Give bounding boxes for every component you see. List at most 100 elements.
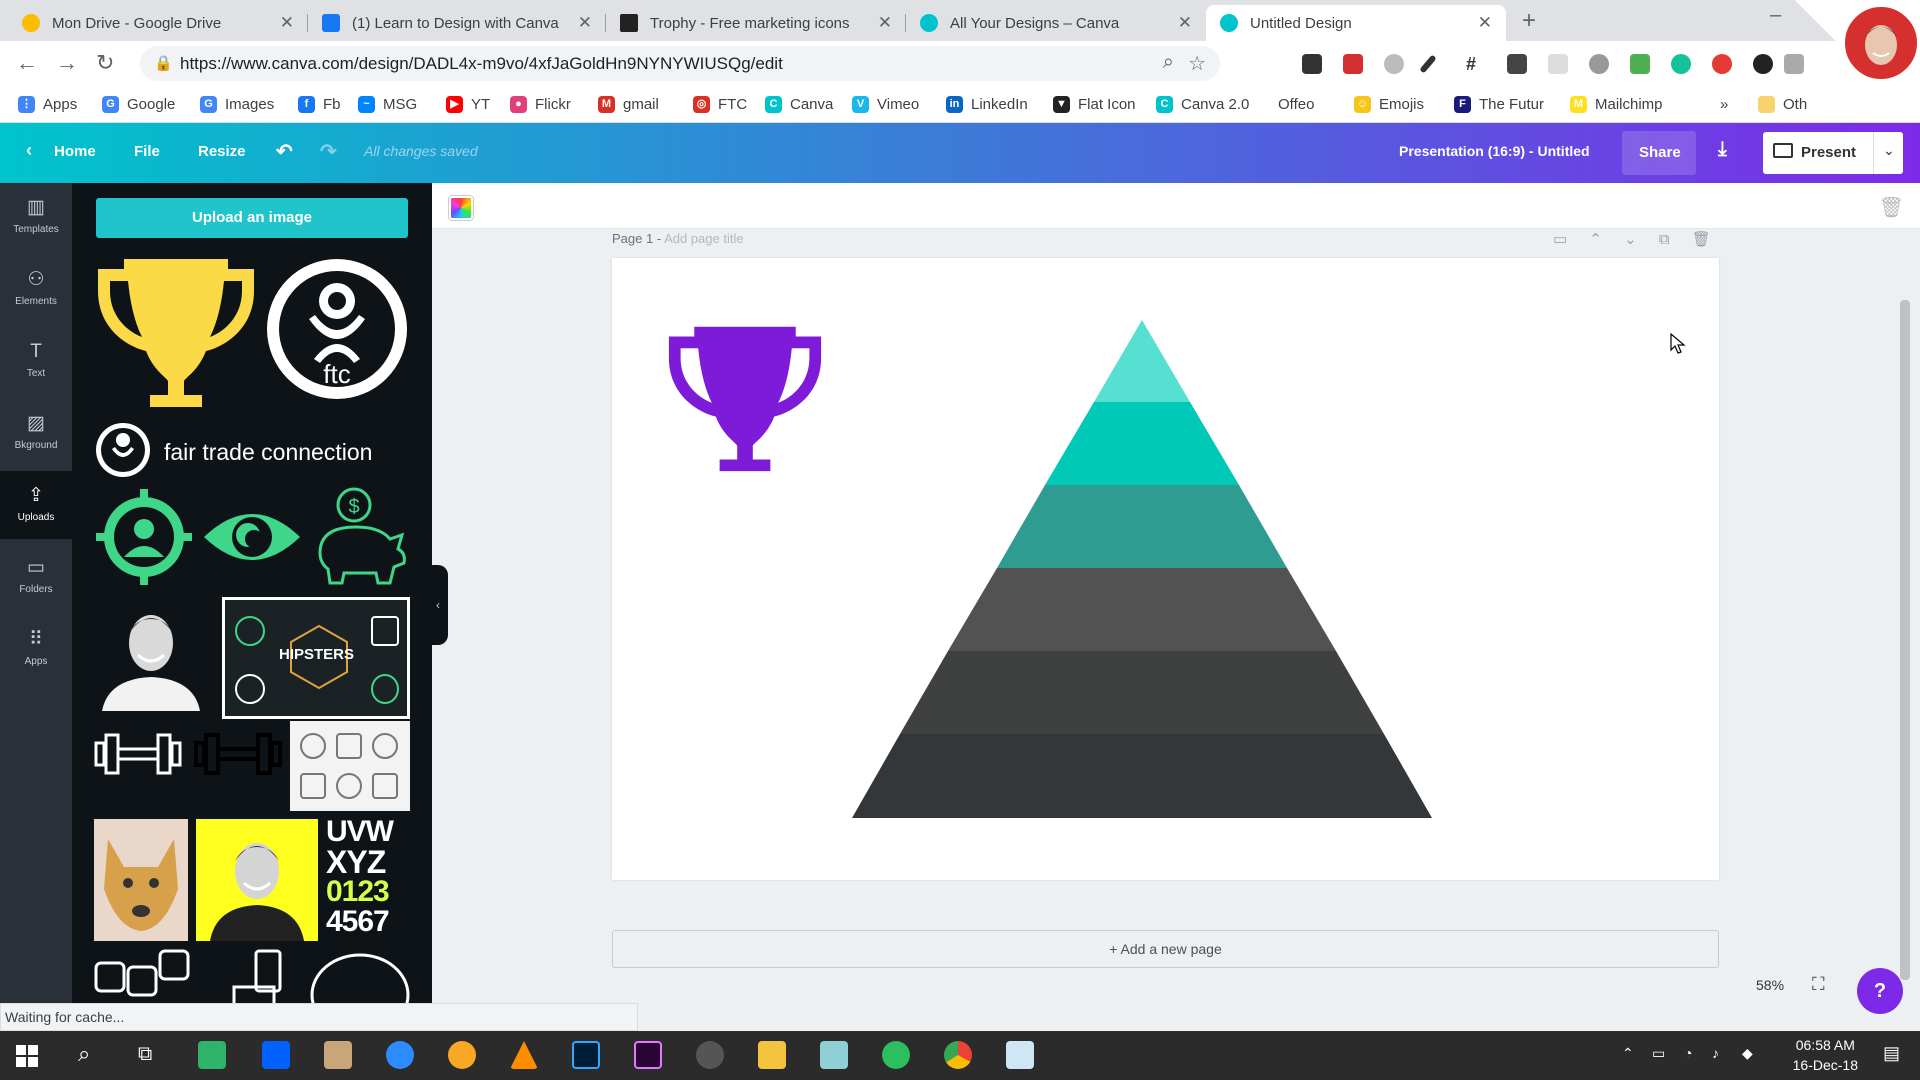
app-icon[interactable] — [1006, 1041, 1034, 1069]
premiere-icon[interactable] — [634, 1041, 662, 1069]
bookmark-canva[interactable]: C Canva — [765, 96, 833, 113]
bookmark-flickr[interactable]: ● Flickr — [510, 96, 571, 113]
pyramid-tier-5[interactable] — [900, 651, 1384, 734]
ftc-logo-thumbnail[interactable]: ftc — [264, 249, 410, 409]
bookmark-offeo[interactable]: Offeo — [1270, 96, 1314, 113]
battery-icon[interactable]: ▭ — [1652, 1045, 1665, 1062]
piggy-bank-icon-thumbnail[interactable]: $ — [310, 483, 410, 591]
app-icon[interactable] — [448, 1041, 476, 1069]
photoshop-icon[interactable] — [572, 1041, 600, 1069]
purple-trophy-element[interactable] — [665, 318, 825, 476]
bookmark-gmail[interactable]: Mgmail — [598, 96, 659, 113]
bookmark-emojis[interactable]: ☺ Emojis — [1354, 96, 1424, 113]
dropbox-icon[interactable] — [262, 1041, 290, 1069]
pyramid-tier-6[interactable] — [852, 734, 1432, 818]
browser-tab[interactable]: All Your Designs – Canva ✕ — [906, 5, 1206, 41]
pyramid-tier-2[interactable] — [1045, 402, 1239, 485]
pyramid-tier-1[interactable] — [1094, 320, 1190, 402]
browser-tab[interactable]: Trophy - Free marketing icons ✕ — [606, 5, 906, 41]
bookmark-linkedin[interactable]: in LinkedIn — [946, 96, 1028, 113]
pyramid-element[interactable] — [852, 320, 1432, 820]
search-icon[interactable]: ⌕ — [78, 1041, 90, 1067]
windows-start-icon[interactable] — [16, 1045, 38, 1067]
forward-arrow-icon[interactable]: → — [56, 51, 78, 75]
obs-icon[interactable] — [696, 1041, 724, 1069]
share-button[interactable]: Share — [1622, 131, 1696, 175]
bookmark-flat-icon[interactable]: ▼ Flat Icon — [1053, 96, 1136, 113]
bookmark-star-icon[interactable]: ☆ — [1188, 51, 1206, 76]
back-chevron-icon[interactable]: ‹ — [26, 140, 32, 161]
new-tab-button[interactable]: + — [1522, 7, 1536, 35]
notifications-icon[interactable]: ▤ — [1883, 1043, 1900, 1064]
k-extension-icon[interactable] — [1753, 54, 1773, 74]
browser-tab[interactable]: Mon Drive - Google Drive ✕ — [8, 5, 308, 41]
redo-icon[interactable]: ↷ — [320, 139, 337, 164]
eye-icon-thumbnail[interactable] — [202, 501, 302, 573]
add-page-button[interactable]: + Add a new page — [612, 930, 1719, 968]
dropbox-tray-icon[interactable]: ◆ — [1742, 1045, 1753, 1062]
trophy-upload-thumbnail[interactable] — [94, 251, 258, 411]
sidebar-item-text[interactable]: T Text — [0, 327, 72, 395]
bookmark-vimeo[interactable]: V Vimeo — [852, 96, 919, 113]
vintage-badges-thumbnail[interactable] — [290, 721, 410, 811]
bookmark-msg[interactable]: ~ MSG — [358, 96, 417, 113]
task-view-icon[interactable]: ⧉ — [138, 1043, 152, 1066]
close-tab-icon[interactable]: ✕ — [1478, 13, 1492, 33]
download-icon[interactable]: ⤓ — [1718, 138, 1727, 161]
tray-chevron-icon[interactable]: ⌃ — [1622, 1045, 1634, 1062]
cookie-extension-icon[interactable] — [1589, 54, 1609, 74]
app-icon[interactable] — [820, 1041, 848, 1069]
app-icon[interactable] — [324, 1041, 352, 1069]
pyramid-tier-3[interactable] — [997, 485, 1287, 568]
sidebar-item-uploads[interactable]: ⇪ Uploads — [0, 471, 72, 539]
mail-extension-icon[interactable] — [1630, 54, 1650, 74]
move-down-icon[interactable]: ⌄ — [1624, 231, 1637, 248]
document-title[interactable]: Presentation (16:9) - Untitled — [1399, 143, 1590, 159]
reload-icon[interactable]: ↻ — [96, 51, 114, 75]
duplicate-page-icon[interactable]: ⧉ — [1659, 231, 1670, 248]
hashtag-extension-icon[interactable]: # — [1466, 54, 1486, 74]
file-explorer-icon[interactable] — [758, 1041, 786, 1069]
notes-icon[interactable]: ▭ — [1553, 231, 1567, 248]
zoom-app-icon[interactable] — [386, 1041, 414, 1069]
trash-icon[interactable]: 🗑 — [1879, 195, 1904, 220]
resize-button[interactable]: Resize — [198, 143, 246, 160]
page-title-input[interactable]: Add page title — [664, 231, 744, 246]
design-page[interactable] — [612, 258, 1719, 880]
collapse-panel-button[interactable]: ‹ — [428, 565, 448, 645]
evernote-icon[interactable] — [882, 1041, 910, 1069]
fair-trade-banner-thumbnail[interactable]: fair trade connection — [94, 421, 410, 479]
hipsters-emblems-thumbnail[interactable]: HIPSTERS — [222, 597, 410, 719]
bookmark-canva-2-0[interactable]: C Canva 2.0 — [1156, 96, 1249, 113]
font-sample-thumbnail[interactable]: UVW XYZ 0123 4567 — [326, 817, 410, 943]
move-up-icon[interactable]: ⌃ — [1589, 231, 1602, 248]
bookmark-images[interactable]: G Images — [200, 96, 274, 113]
bookmark-google[interactable]: G Google — [102, 96, 175, 113]
chrome-icon[interactable] — [944, 1041, 972, 1069]
bookmark-ftc[interactable]: ◎ FTC — [693, 96, 747, 113]
present-button[interactable]: Present ⌄ — [1763, 132, 1903, 174]
portrait-photo-thumbnail[interactable] — [94, 597, 208, 711]
pocket-extension-icon[interactable] — [1302, 54, 1322, 74]
sidebar-item-apps[interactable]: ⠿ Apps — [0, 615, 72, 683]
address-bar[interactable]: 🔒 https://www.canva.com/design/DADL4x-m9… — [140, 46, 1220, 81]
delete-page-icon[interactable]: 🗑 — [1692, 231, 1711, 248]
minimize-window-button[interactable]: – — [1770, 4, 1781, 27]
grammarly-extension-icon[interactable] — [1671, 54, 1691, 74]
file-menu-button[interactable]: File — [134, 143, 160, 160]
chevron-down-icon[interactable]: ⌄ — [1883, 142, 1895, 159]
sidebar-item-bkground[interactable]: ▨ Bkground — [0, 399, 72, 467]
shield-extension-icon[interactable] — [1507, 54, 1527, 74]
bookmarks-overflow-button[interactable]: » — [1720, 96, 1728, 113]
upload-image-button[interactable]: Upload an image — [96, 198, 408, 238]
sidebar-item-elements[interactable]: ⚇ Elements — [0, 255, 72, 323]
browser-tab[interactable]: (1) Learn to Design with Canva ✕ — [308, 5, 606, 41]
volume-icon[interactable]: ♪ — [1712, 1045, 1719, 1061]
vertical-scrollbar[interactable] — [1900, 300, 1910, 980]
bookmark-yt[interactable]: ▶ YT — [446, 96, 490, 113]
bookmark-fb[interactable]: f Fb — [298, 96, 341, 113]
vlc-icon[interactable] — [510, 1041, 538, 1069]
eyedropper-extension-icon[interactable] — [1419, 54, 1437, 74]
bookmark-the-futur[interactable]: F The Futur — [1454, 96, 1544, 113]
yellow-portrait-thumbnail[interactable] — [196, 819, 318, 941]
